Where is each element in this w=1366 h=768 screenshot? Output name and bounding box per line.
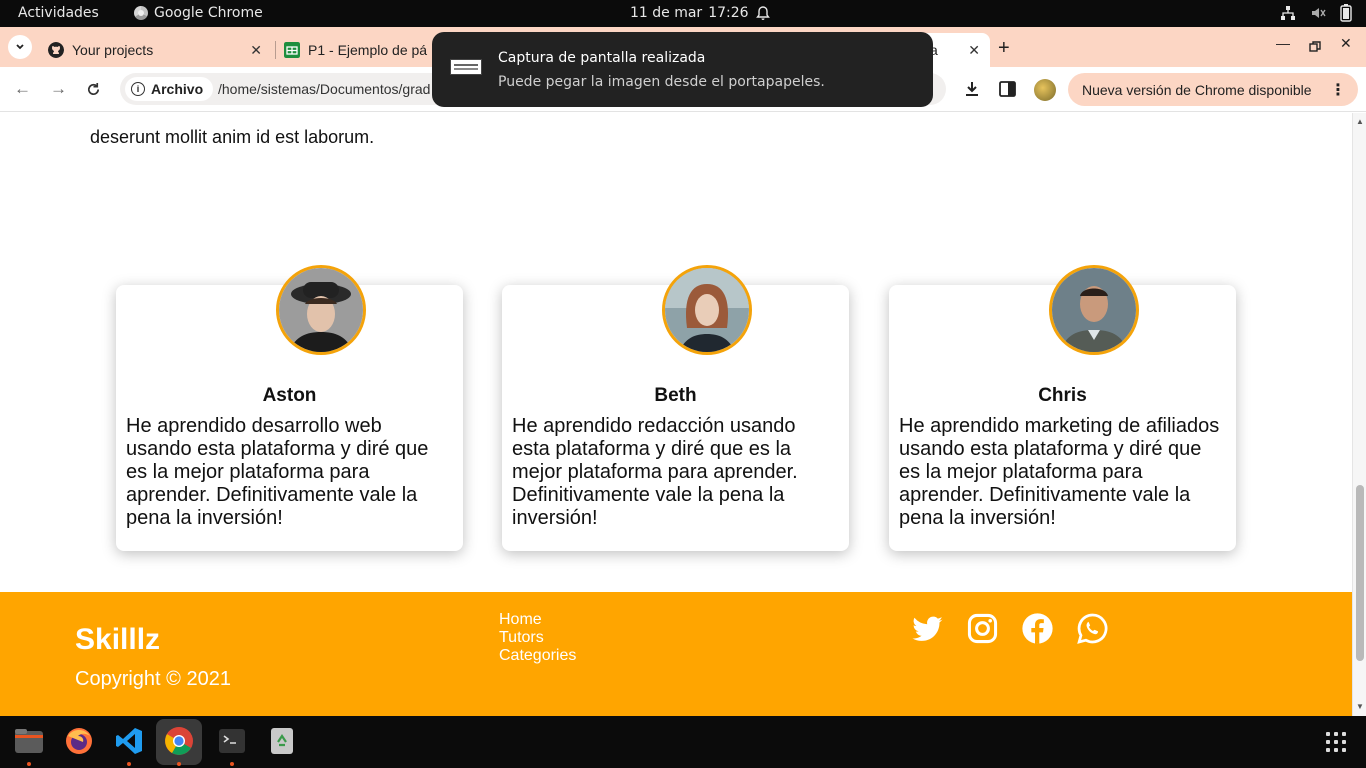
page-viewport: deserunt mollit anim id est laborum. Ast… — [0, 113, 1352, 716]
tab-search-button[interactable] — [8, 35, 32, 59]
lorem-paragraph: deserunt mollit anim id est laborum. — [90, 113, 374, 149]
running-indicator — [127, 762, 131, 766]
show-apps-icon[interactable] — [1326, 732, 1346, 752]
github-icon — [48, 42, 64, 58]
footer-brand: Skilllz — [75, 623, 161, 656]
footer-link-home[interactable]: Home — [499, 611, 576, 629]
paragraph-tail: deserunt mollit anim id est laborum. — [90, 127, 375, 147]
screenshot-notification[interactable]: Captura de pantalla realizada Puede pega… — [432, 32, 933, 107]
facebook-icon[interactable] — [1021, 612, 1054, 645]
footer-copyright: Copyright © 2021 — [75, 668, 231, 690]
chip-label: Archivo — [151, 81, 204, 97]
download-icon[interactable] — [963, 80, 981, 98]
tab-label: P1 - Ejemplo de pá — [308, 42, 428, 58]
tab-your-projects[interactable]: Your projects ✕ — [40, 33, 272, 67]
new-tab-button[interactable]: + — [998, 37, 1010, 60]
chrome-icon[interactable] — [164, 726, 194, 756]
firefox-icon[interactable] — [64, 726, 94, 756]
alarm-icon — [755, 6, 770, 20]
date-label: 11 de mar — [630, 5, 703, 21]
terminal-icon[interactable] — [217, 726, 247, 756]
avatar-chris — [1049, 265, 1139, 355]
notification-body: Puede pegar la imagen desde el portapape… — [498, 74, 825, 90]
update-label: Nueva versión de Chrome disponible — [1082, 81, 1312, 98]
close-window-icon[interactable]: ✕ — [1340, 35, 1352, 52]
running-indicator — [177, 762, 181, 766]
battery-icon — [1340, 4, 1352, 22]
clock[interactable]: 11 de mar 17:26 — [630, 5, 771, 21]
reload-icon[interactable] — [86, 82, 101, 97]
close-tab-icon[interactable]: ✕ — [968, 42, 980, 59]
app-name: Google Chrome — [154, 5, 263, 21]
testimonial-name: Beth — [654, 385, 697, 406]
info-icon: i — [131, 82, 145, 96]
dock — [0, 716, 1366, 768]
testimonial-card-beth: Beth He aprendido redacción usando esta … — [502, 265, 849, 551]
url-text[interactable]: /home/sistemas/Documentos/grad — [218, 81, 430, 97]
network-icon — [1281, 6, 1295, 20]
notification-title: Captura de pantalla realizada — [498, 50, 706, 66]
testimonial-name: Chris — [1038, 385, 1087, 406]
more-menu-icon[interactable]: ⋮ — [1330, 80, 1346, 100]
whatsapp-icon[interactable] — [1076, 612, 1109, 645]
avatar-aston — [276, 265, 366, 355]
profile-avatar[interactable] — [1034, 79, 1056, 101]
side-panel-icon[interactable] — [999, 81, 1016, 97]
testimonial-name: Aston — [262, 385, 317, 406]
back-icon[interactable]: ← — [14, 79, 31, 99]
close-tab-icon[interactable]: ✕ — [250, 42, 262, 59]
scroll-up-arrow[interactable]: ▲ — [1356, 117, 1364, 126]
site-footer: Skilllz Copyright © 2021 Home Tutors Cat… — [0, 592, 1352, 716]
time-label: 17:26 — [708, 5, 749, 21]
testimonial-card-chris: Chris He aprendido marketing de afiliado… — [889, 265, 1236, 551]
tab-p1-ejemplo[interactable]: P1 - Ejemplo de pá — [276, 33, 436, 67]
testimonial-text: He aprendido redacción usando esta plata… — [512, 415, 798, 529]
sheets-icon — [284, 42, 300, 58]
system-top-bar: Actividades Google Chrome 11 de mar 17:2… — [0, 0, 1366, 27]
trash-icon[interactable] — [267, 726, 297, 756]
scroll-down-arrow[interactable]: ▼ — [1356, 702, 1364, 711]
testimonial-text: He aprendido marketing de afiliados usan… — [899, 415, 1220, 529]
app-menu[interactable]: Google Chrome — [134, 5, 263, 21]
social-links — [911, 612, 1109, 645]
volume-muted-icon — [1312, 8, 1326, 18]
chevron-down-icon — [16, 44, 24, 50]
screenshot-thumbnail — [450, 59, 482, 75]
tab-label: Your projects — [72, 42, 154, 58]
minimize-icon[interactable]: — — [1276, 35, 1290, 51]
page-scrollbar[interactable]: ▲ ▼ — [1352, 113, 1366, 716]
testimonial-card-aston: Aston He aprendido desarrollo web usando… — [116, 265, 463, 551]
vscode-icon[interactable] — [114, 726, 144, 756]
avatar-beth — [662, 265, 752, 355]
files-icon[interactable] — [14, 726, 44, 756]
footer-link-tutors[interactable]: Tutors — [499, 629, 576, 647]
footer-links: Home Tutors Categories — [499, 611, 576, 665]
twitter-icon[interactable] — [911, 612, 944, 645]
restore-icon[interactable] — [1309, 41, 1321, 53]
forward-icon[interactable]: → — [50, 79, 67, 99]
running-indicator — [230, 762, 234, 766]
update-chrome-button[interactable]: Nueva versión de Chrome disponible ⋮ — [1068, 73, 1358, 106]
instagram-icon[interactable] — [966, 612, 999, 645]
footer-link-categories[interactable]: Categories — [499, 647, 576, 665]
system-tray[interactable] — [1280, 4, 1352, 22]
testimonial-text: He aprendido desarrollo web usando esta … — [126, 415, 429, 529]
activities-button[interactable]: Actividades — [18, 5, 99, 21]
chrome-icon — [134, 6, 148, 20]
site-info-chip[interactable]: i Archivo — [125, 77, 214, 101]
scrollbar-thumb[interactable] — [1356, 485, 1364, 661]
running-indicator — [27, 762, 31, 766]
